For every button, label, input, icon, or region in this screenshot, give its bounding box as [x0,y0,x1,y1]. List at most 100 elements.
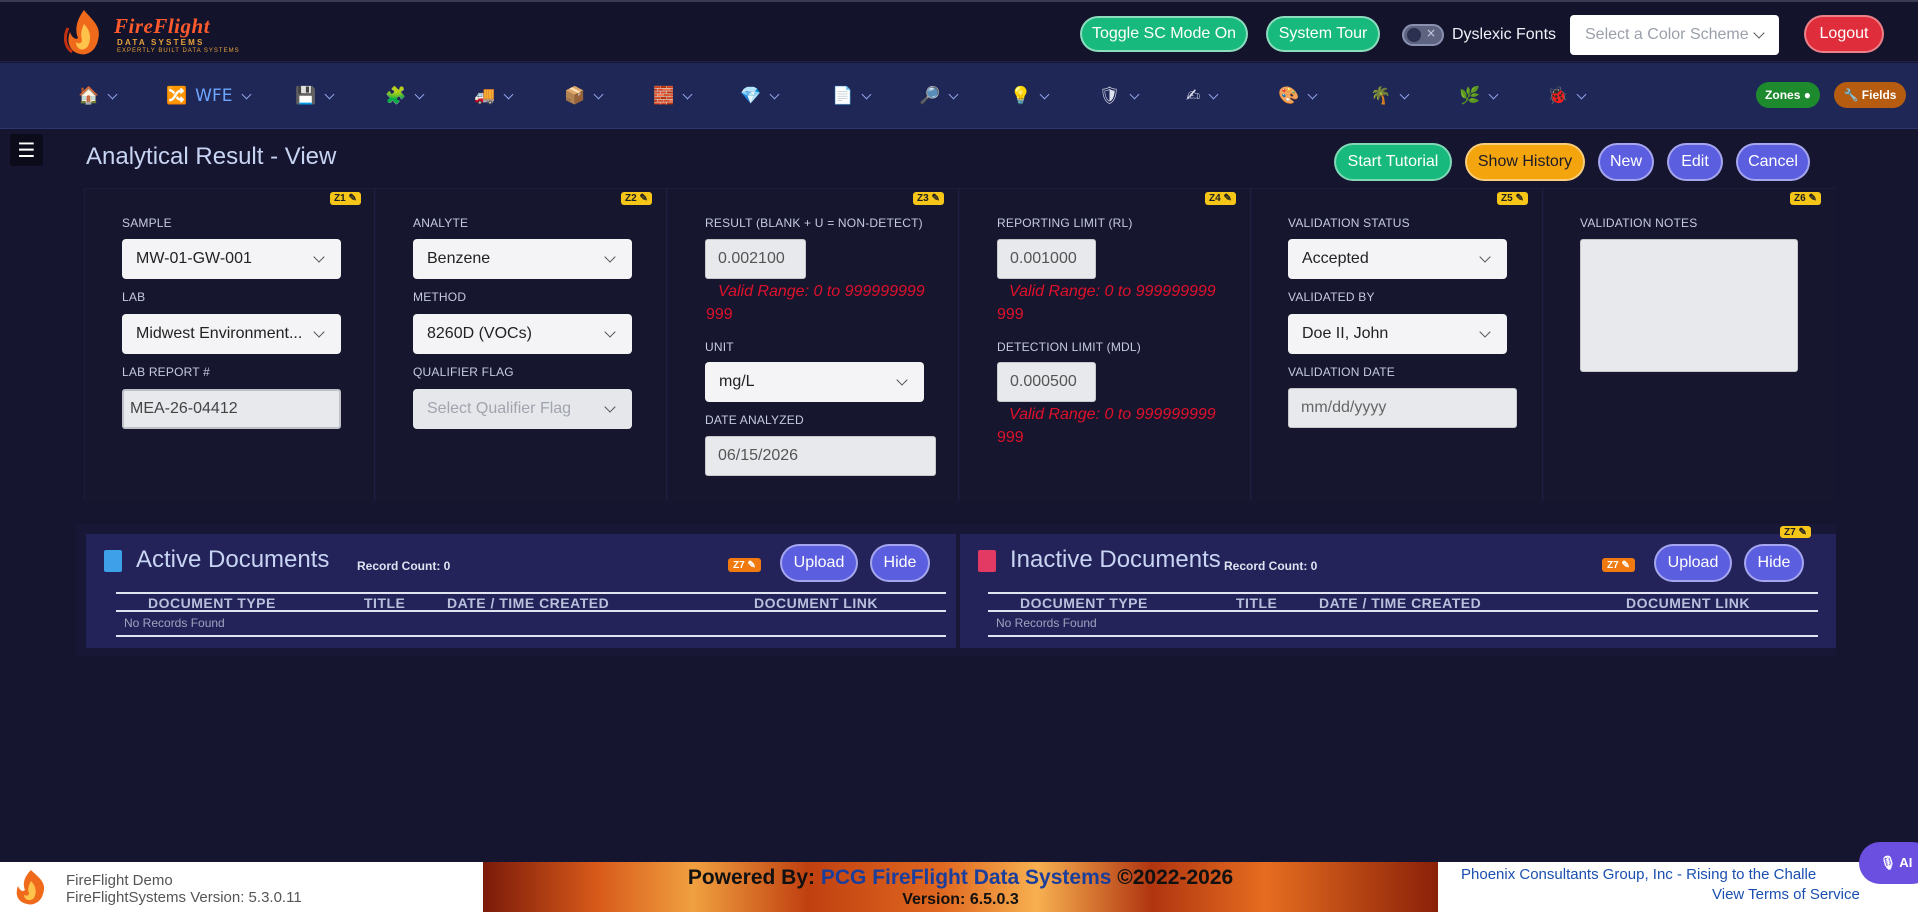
chevron-down-icon [1753,27,1765,39]
new-button[interactable]: New [1598,143,1654,181]
column-document-link[interactable]: DOCUMENT LINK [754,595,878,611]
result-input[interactable]: 0.002100 [705,239,806,279]
inactive-upload-button[interactable]: Upload [1654,544,1732,582]
nav-item-shield[interactable]: 🛡 [1099,83,1140,109]
chevron-down-icon [503,89,514,99]
zone-badge[interactable]: Z6 ✎ [1790,192,1821,205]
start-tutorial-button[interactable]: Start Tutorial [1334,143,1452,181]
zone-badge[interactable]: Z7 ✎ [1780,526,1811,538]
analyte-select[interactable]: Benzene [413,239,632,279]
column-document-link[interactable]: DOCUMENT LINK [1626,595,1750,611]
ai-assistant-button[interactable]: 🎙 AI [1859,842,1918,884]
nav-item-package[interactable]: 📦 [564,83,604,109]
lab-value: Midwest Environment... [136,325,303,342]
show-history-button[interactable]: Show History [1465,143,1585,181]
validated-by-value: Doe II, John [1302,325,1389,342]
analytical-result-form: Z1 ✎ Z2 ✎ Z3 ✎ Z4 ✎ Z5 ✎ Z6 ✎ [84,188,1836,501]
detection-limit-input[interactable]: 0.000500 [997,362,1096,402]
nav-item-bug[interactable]: 🐞 [1547,83,1587,109]
zone-badge[interactable]: Z5 ✎ [1497,192,1528,205]
company-link[interactable]: Phoenix Consultants Group, Inc - Rising … [1461,866,1836,883]
dyslexic-fonts-toggle[interactable]: × [1402,24,1444,46]
cancel-button[interactable]: Cancel [1736,143,1810,181]
nav-item-home[interactable]: 🏠 [78,83,118,109]
result-label: RESULT (BLANK + U = NON-DETECT) [705,216,923,230]
nav-item-shapes[interactable]: 🎨 [1278,83,1318,109]
nav-item-herb[interactable]: 🌿 [1459,83,1499,109]
method-select[interactable]: 8260D (VOCs) [413,314,632,354]
gem-icon: 💎 [740,86,762,106]
reporting-limit-input[interactable]: 0.001000 [997,239,1096,279]
zones-toggle-button[interactable]: Zones ● [1756,82,1820,108]
nav-item-gem[interactable]: 💎 [740,83,780,109]
chevron-down-icon [604,401,616,413]
sample-select[interactable]: MW-01-GW-001 [122,239,341,279]
nav-item-truck[interactable]: 🚚 [474,83,514,109]
active-record-count: Record Count: 0 [357,559,451,573]
mdl-valid-range: Valid Range: 0 to 999999999 [1009,406,1216,423]
validation-notes-textarea[interactable] [1580,239,1798,372]
analyte-label: ANALYTE [413,216,469,230]
powered-company[interactable]: PCG FireFlight Data Systems [821,866,1112,889]
unit-select[interactable]: mg/L [705,362,924,402]
column-date-created[interactable]: DATE / TIME CREATED [1319,595,1481,611]
fields-button[interactable]: 🔧 Fields [1834,82,1906,108]
date-analyzed-label: DATE ANALYZED [705,413,804,427]
logout-button[interactable]: Logout [1804,15,1884,53]
page-title: Analytical Result - View [86,143,337,170]
qualifier-flag-select[interactable]: Select Qualifier Flag [413,389,632,429]
date-analyzed-input[interactable]: 06/15/2026 [705,436,936,476]
active-upload-button[interactable]: Upload [780,544,858,582]
column-document-type[interactable]: DOCUMENT TYPE [148,595,276,611]
chevron-down-icon [107,89,118,99]
inactive-table-header: DOCUMENT TYPE TITLE DATE / TIME CREATED … [988,592,1818,612]
nav-item-tree[interactable]: 🌴 [1370,83,1410,109]
tree-icon: 🌴 [1370,86,1392,106]
menu-icon[interactable]: ☰ [10,134,43,166]
nav-item-document[interactable]: 📄 [832,83,872,109]
toggle-sc-mode-button[interactable]: Toggle SC Mode On [1080,16,1248,52]
validation-notes-label: VALIDATION NOTES [1580,216,1698,230]
zone-badge[interactable]: Z4 ✎ [1205,192,1236,205]
zone-badge[interactable]: Z3 ✎ [913,192,944,205]
nav-item-save[interactable]: 💾 [295,83,335,109]
save-icon: 💾 [295,86,317,106]
nav-item-brick[interactable]: 🧱 [653,83,693,109]
sample-value: MW-01-GW-001 [136,250,252,267]
zone-badge[interactable]: Z1 ✎ [330,192,361,205]
color-scheme-select[interactable]: Select a Color Scheme [1570,15,1779,55]
method-label: METHOD [413,290,467,304]
sample-label: SAMPLE [122,216,172,230]
color-scheme-placeholder: Select a Color Scheme [1585,26,1749,43]
lab-select[interactable]: Midwest Environment... [122,314,341,354]
zone-badge[interactable]: Z7 ✎ [728,558,761,572]
column-title[interactable]: TITLE [364,595,405,611]
nav-item-puzzle[interactable]: 🧩 [385,83,425,109]
terms-of-service-link[interactable]: View Terms of Service [1712,886,1860,903]
validated-by-label: VALIDATED BY [1288,290,1375,304]
column-title[interactable]: TITLE [1236,595,1277,611]
column-document-type[interactable]: DOCUMENT TYPE [1020,595,1148,611]
lab-report-input[interactable]: MEA-26-04412 [122,389,341,429]
validation-date-input[interactable]: mm/dd/yyyy [1288,388,1517,428]
zone-badge[interactable]: Z7 ✎ [1602,558,1635,572]
active-hide-button[interactable]: Hide [870,544,930,582]
validated-by-select[interactable]: Doe II, John [1288,314,1507,354]
nav-item-shuffle[interactable]: 🔀 WFE [166,83,251,109]
magnifier-icon: 🔎 [919,86,941,106]
system-tour-button[interactable]: System Tour [1266,16,1380,52]
zone-badge[interactable]: Z2 ✎ [621,192,652,205]
nav-item-magnifier[interactable]: 🔎 [919,83,959,109]
chevron-down-icon [604,251,616,263]
validation-status-select[interactable]: Accepted [1288,239,1507,279]
edit-button[interactable]: Edit [1667,143,1723,181]
fireflight-logo[interactable]: FireFlight DATA SYSTEMS EXPERTLY BUILT D… [62,8,242,58]
inactive-hide-button[interactable]: Hide [1744,544,1804,582]
brick-icon: 🧱 [653,86,675,106]
nav-item-writing-hand[interactable]: ✍ [1186,83,1219,109]
nav-item-lightbulb[interactable]: 💡 [1010,83,1050,109]
chevron-down-icon [1208,89,1219,99]
red-book-icon [978,550,996,572]
column-date-created[interactable]: DATE / TIME CREATED [447,595,609,611]
package-icon: 📦 [564,86,586,106]
